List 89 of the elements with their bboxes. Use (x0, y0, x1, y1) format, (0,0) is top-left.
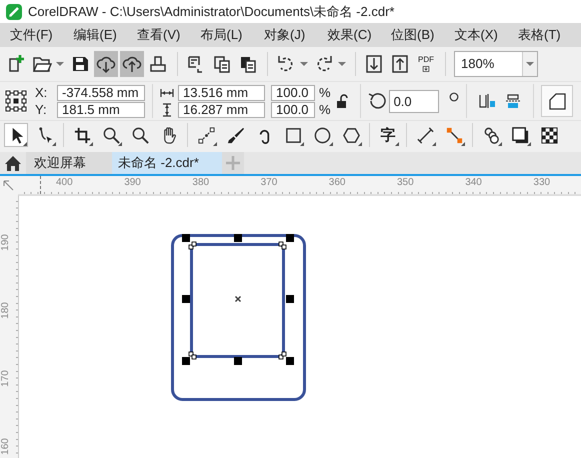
coordinate-label: Y: (35, 102, 48, 117)
pdf-button[interactable]: PDF (414, 51, 438, 77)
selection-handle[interactable] (182, 357, 190, 365)
caret-icon (300, 62, 308, 66)
document-tab[interactable]: 未命名 -2.cdr* (112, 152, 222, 174)
zoom-icon (102, 126, 120, 144)
document-icon (421, 64, 431, 72)
ruler-label: 380 (192, 177, 210, 188)
menu-item[interactable]: 文本(X) (444, 26, 508, 44)
document-tab[interactable]: 欢迎屏幕 (26, 152, 112, 174)
documents-icon (212, 54, 232, 74)
ruler-label: 370 (260, 177, 278, 188)
rectangle-icon (284, 126, 302, 144)
ruler-label: 330 (533, 177, 550, 188)
printer-icon (148, 54, 168, 74)
dropdown-button[interactable] (522, 52, 537, 76)
ruler-label: 340 (465, 177, 482, 188)
lock-icon (336, 94, 348, 108)
selection-handle[interactable] (234, 357, 242, 365)
line-icon (196, 126, 216, 144)
angle-field[interactable]: 0.0 (388, 90, 439, 112)
brush-icon (226, 126, 244, 144)
pick-tool-button[interactable] (4, 123, 28, 147)
ruler-label: 350 (397, 177, 414, 188)
mirror-horizontal-icon (476, 91, 497, 111)
input-field[interactable]: 181.5 mm (57, 102, 145, 118)
menu-item[interactable]: 位图(B) (381, 26, 444, 44)
menu-item[interactable]: 查看(V) (127, 26, 190, 44)
zoom-level-field[interactable]: 180% (454, 51, 538, 77)
rotate-icon (368, 92, 386, 110)
connector-icon (444, 126, 464, 144)
selection-handle[interactable] (286, 357, 294, 365)
window-title: CorelDRAW - C:\Users\Administrator\Documents\未命名 -2.cdr* (28, 2, 394, 20)
dimension-icon (416, 126, 434, 144)
selection-handle[interactable] (286, 234, 294, 242)
selection-handle[interactable] (286, 295, 294, 303)
home-icon (5, 156, 21, 170)
ruler-label: 190 (0, 234, 11, 251)
menu-item[interactable]: 效果(C) (318, 26, 381, 44)
degree-icon (448, 92, 459, 102)
drop-shadow-icon (510, 126, 530, 144)
caret-icon (526, 62, 534, 66)
export-icon (390, 54, 410, 74)
ellipse-icon (312, 126, 332, 144)
input-field[interactable]: -374.558 mm (57, 84, 145, 100)
cloud-download-button[interactable] (94, 51, 118, 77)
menu-item[interactable]: 布局(L) (190, 26, 254, 44)
checkerboard-icon (540, 126, 558, 144)
cloud-upload-icon (122, 54, 142, 74)
documents-icon (238, 54, 258, 74)
ruler-label: 180 (0, 302, 11, 319)
menu-item[interactable]: 文件(F) (0, 26, 64, 44)
blend-icon (482, 126, 500, 144)
ruler-label: 400 (56, 177, 73, 188)
ruler-label: 160 (0, 438, 11, 455)
text-tool-button[interactable]: 字 (376, 123, 400, 147)
ruler-label: 390 (124, 177, 141, 188)
selection-handle[interactable] (234, 234, 242, 242)
input-field[interactable]: 13.516 mm (178, 84, 265, 100)
center-mark (234, 296, 242, 302)
rounded-corner-icon (548, 92, 566, 110)
percent-label: % (319, 102, 331, 117)
ruler-label: 170 (0, 370, 11, 387)
menu-item[interactable]: 编辑(E) (64, 26, 127, 44)
crop-icon (72, 126, 92, 144)
app-logo-icon (6, 4, 22, 20)
input-field[interactable]: 100.0 (271, 102, 315, 118)
selection-handle[interactable] (182, 234, 190, 242)
plus-icon (226, 156, 240, 170)
save-icon (70, 54, 90, 74)
cloud-upload-button[interactable] (120, 51, 144, 77)
selection-handle[interactable] (182, 295, 190, 303)
ruler-origin-icon (3, 180, 15, 192)
percent-label: % (319, 85, 331, 100)
caret-icon (338, 62, 346, 66)
caret-icon (56, 62, 64, 66)
menu-item[interactable]: 表格(T) (508, 26, 572, 44)
hexagon-icon (342, 126, 360, 144)
input-field[interactable]: 100.0 (271, 84, 315, 100)
zoom-icon (130, 126, 150, 144)
menu-item[interactable]: 对象(J) (254, 26, 318, 44)
object-origin-icon (5, 90, 27, 112)
height-icon (160, 102, 174, 116)
cloud-download-icon (96, 54, 116, 74)
corner-button[interactable] (540, 85, 573, 117)
input-field[interactable]: 16.287 mm (178, 102, 265, 118)
ruler-label: 360 (328, 177, 346, 188)
coordinate-label: X: (35, 85, 48, 100)
import-icon (364, 54, 384, 74)
